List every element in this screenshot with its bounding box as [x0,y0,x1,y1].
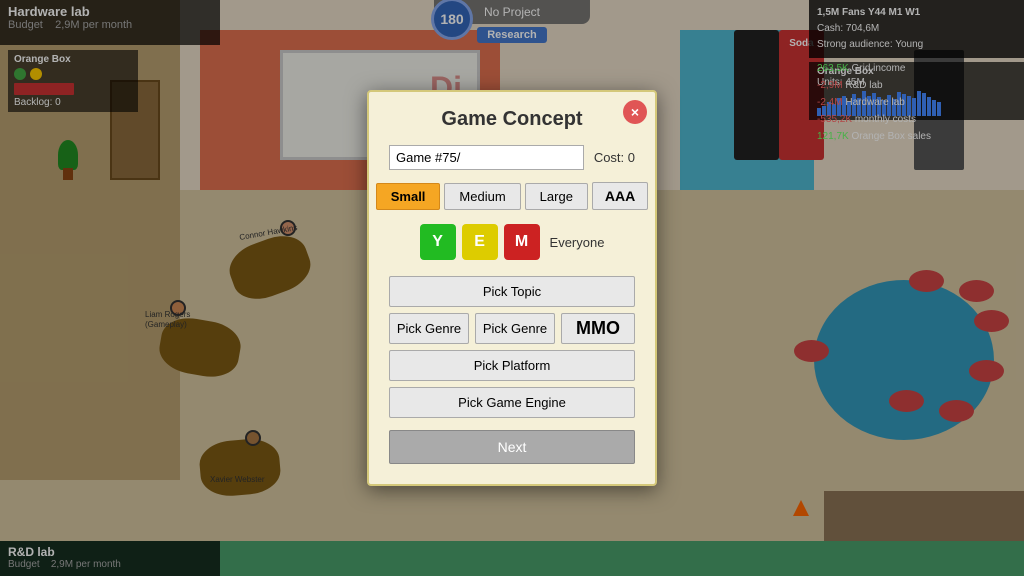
cost-label: Cost: 0 [594,150,635,165]
pick-platform-button[interactable]: Pick Platform [389,350,635,381]
game-concept-modal: × Game Concept Cost: 0 Small Medium Larg… [367,90,657,486]
modal-title: Game Concept [389,108,635,131]
rating-everyone-label: Everyone [550,235,605,250]
pick-engine-button[interactable]: Pick Game Engine [389,387,635,418]
modal-overlay: × Game Concept Cost: 0 Small Medium Larg… [0,0,1024,576]
aaa-button[interactable]: AAA [592,182,648,210]
next-button[interactable]: Next [389,430,635,464]
mmo-badge[interactable]: MMO [561,313,635,344]
rating-y-badge[interactable]: Y [420,224,456,260]
rating-e-badge[interactable]: E [462,224,498,260]
pick-genre2-button[interactable]: Pick Genre [475,313,555,344]
name-cost-row: Cost: 0 [389,145,635,170]
close-button[interactable]: × [623,100,647,124]
size-row: Small Medium Large AAA [389,182,635,210]
pick-genre1-button[interactable]: Pick Genre [389,313,469,344]
small-button[interactable]: Small [376,183,441,210]
game-name-input[interactable] [389,145,584,170]
rating-m-badge[interactable]: M [504,224,540,260]
large-button[interactable]: Large [525,183,588,210]
genre-row: Pick Genre Pick Genre MMO [389,313,635,344]
pick-topic-button[interactable]: Pick Topic [389,276,635,307]
medium-button[interactable]: Medium [444,183,520,210]
rating-row: Y E M Everyone [389,224,635,260]
